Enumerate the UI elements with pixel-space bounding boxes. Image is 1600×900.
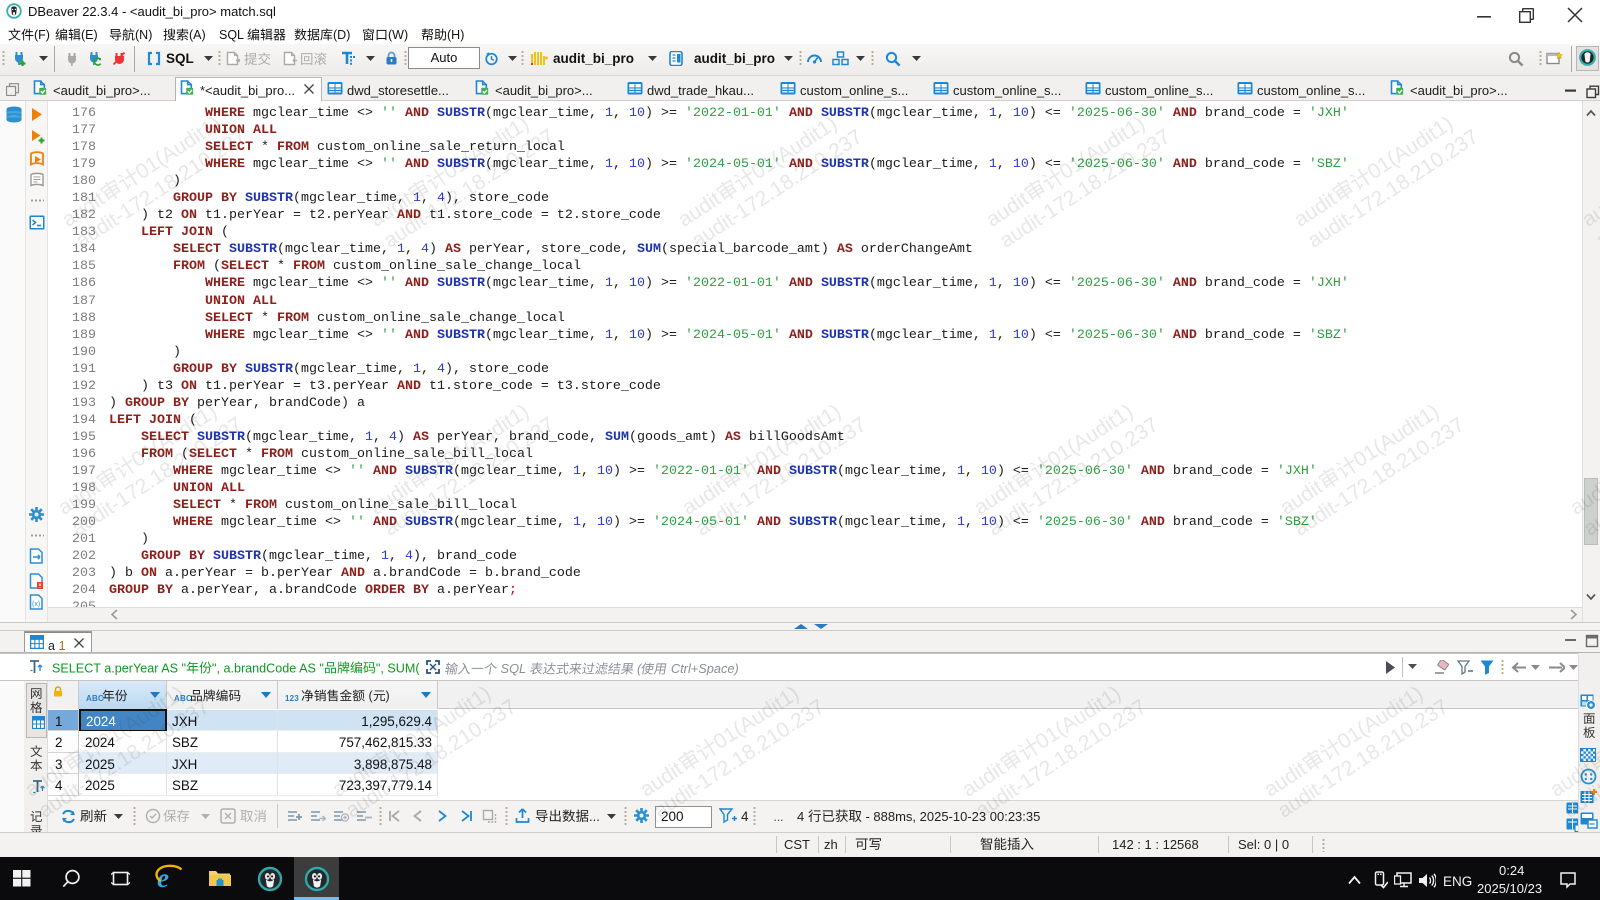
svg-text:(x): (x) <box>32 601 40 608</box>
